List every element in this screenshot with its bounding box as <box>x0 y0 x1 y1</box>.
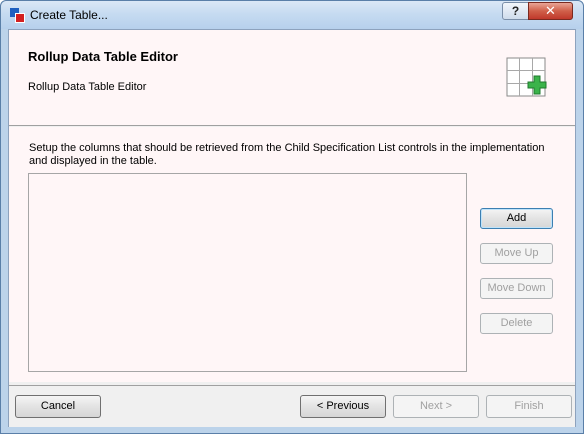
title-bar[interactable]: Create Table... ? ✕ <box>1 1 583 29</box>
wizard-footer: Cancel < Previous Next > Finish <box>9 385 575 427</box>
delete-button[interactable]: Delete <box>480 313 553 334</box>
header-subtitle: Rollup Data Table Editor <box>28 81 147 93</box>
dialog-window: Create Table... ? ✕ Rollup Data Table Ed… <box>0 0 584 434</box>
wizard-header: Rollup Data Table Editor Rollup Data Tab… <box>9 30 575 126</box>
instruction-text: Setup the columns that should be retriev… <box>29 142 545 167</box>
add-button[interactable]: Add <box>480 208 553 229</box>
previous-button[interactable]: < Previous <box>300 395 386 418</box>
content-area: Setup the columns that should be retriev… <box>9 127 575 382</box>
finish-button[interactable]: Finish <box>486 395 572 418</box>
app-icon <box>10 8 25 23</box>
move-down-button[interactable]: Move Down <box>480 278 553 299</box>
columns-list[interactable] <box>28 173 467 372</box>
window-title: Create Table... <box>30 8 108 22</box>
move-up-button[interactable]: Move Up <box>480 243 553 264</box>
dialog-client: Rollup Data Table Editor Rollup Data Tab… <box>8 29 576 427</box>
header-title: Rollup Data Table Editor <box>28 49 178 64</box>
next-button[interactable]: Next > <box>393 395 479 418</box>
cancel-button[interactable]: Cancel <box>15 395 101 418</box>
help-button[interactable]: ? <box>502 2 529 20</box>
close-button[interactable]: ✕ <box>528 2 573 20</box>
table-add-icon <box>506 57 547 97</box>
